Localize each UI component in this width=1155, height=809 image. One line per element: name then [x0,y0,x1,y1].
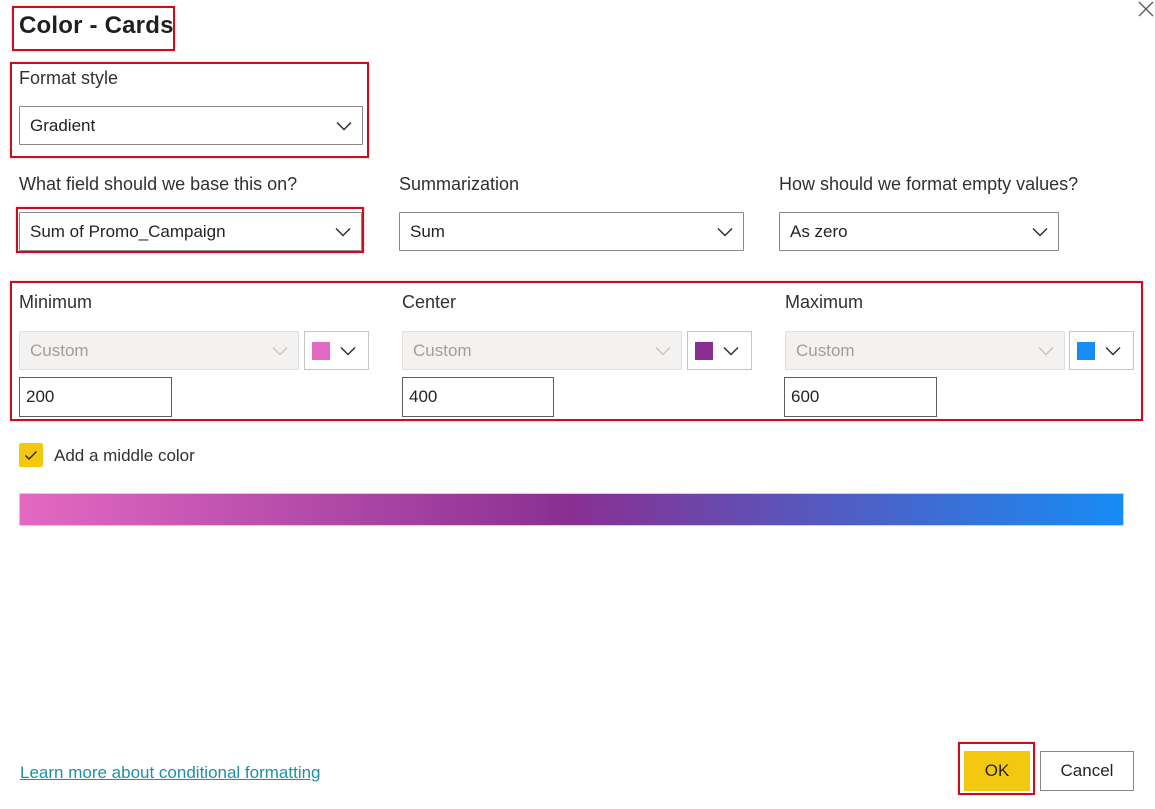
format-style-value: Gradient [30,115,96,135]
chevron-down-icon [1038,346,1054,356]
chevron-down-icon [723,346,739,356]
field-value: Sum of Promo_Campaign [30,221,226,241]
minimum-color-swatch [312,341,330,360]
dialog-title: Color - Cards [19,12,174,39]
chevron-down-icon [1032,227,1048,237]
minimum-type-dropdown[interactable]: Custom [19,331,299,370]
chevron-down-icon [1105,346,1121,356]
maximum-value-input[interactable]: 600 [784,377,937,417]
maximum-type-value: Custom [796,340,855,360]
chevron-down-icon [340,346,356,356]
checkmark-icon [25,450,37,460]
center-color-picker[interactable] [687,331,752,370]
summarization-label: Summarization [399,174,520,194]
maximum-type-dropdown[interactable]: Custom [785,331,1065,370]
field-dropdown[interactable]: Sum of Promo_Campaign [19,212,362,251]
middle-color-checkbox[interactable] [19,443,43,467]
empty-values-dropdown[interactable]: As zero [779,212,1059,251]
chevron-down-icon [335,227,351,237]
minimum-value-input[interactable]: 200 [19,377,172,417]
summarization-dropdown[interactable]: Sum [399,212,744,251]
center-value-input[interactable]: 400 [402,377,554,417]
field-label: What field should we base this on? [19,174,298,194]
format-style-dropdown[interactable]: Gradient [19,106,363,145]
ok-button[interactable]: OK [964,751,1030,791]
center-type-value: Custom [413,340,472,360]
chevron-down-icon [272,346,288,356]
chevron-down-icon [336,121,352,131]
chevron-down-icon [717,227,733,237]
maximum-color-swatch [1077,341,1095,360]
empty-values-value: As zero [790,221,848,241]
summarization-value: Sum [410,221,445,241]
maximum-label: Maximum [785,292,864,312]
minimum-color-picker[interactable] [304,331,369,370]
cancel-button[interactable]: Cancel [1040,751,1134,791]
center-type-dropdown[interactable]: Custom [402,331,682,370]
close-icon[interactable] [1137,0,1155,18]
learn-more-link[interactable]: Learn more about conditional formatting [20,763,321,783]
middle-color-label: Add a middle color [54,446,195,465]
maximum-color-picker[interactable] [1069,331,1134,370]
minimum-label: Minimum [19,292,93,312]
gradient-preview-bar [19,493,1124,526]
chevron-down-icon [655,346,671,356]
center-label: Center [402,292,457,312]
minimum-type-value: Custom [30,340,89,360]
format-style-label: Format style [19,68,119,88]
center-color-swatch [695,341,713,360]
empty-values-label: How should we format empty values? [779,174,1079,194]
